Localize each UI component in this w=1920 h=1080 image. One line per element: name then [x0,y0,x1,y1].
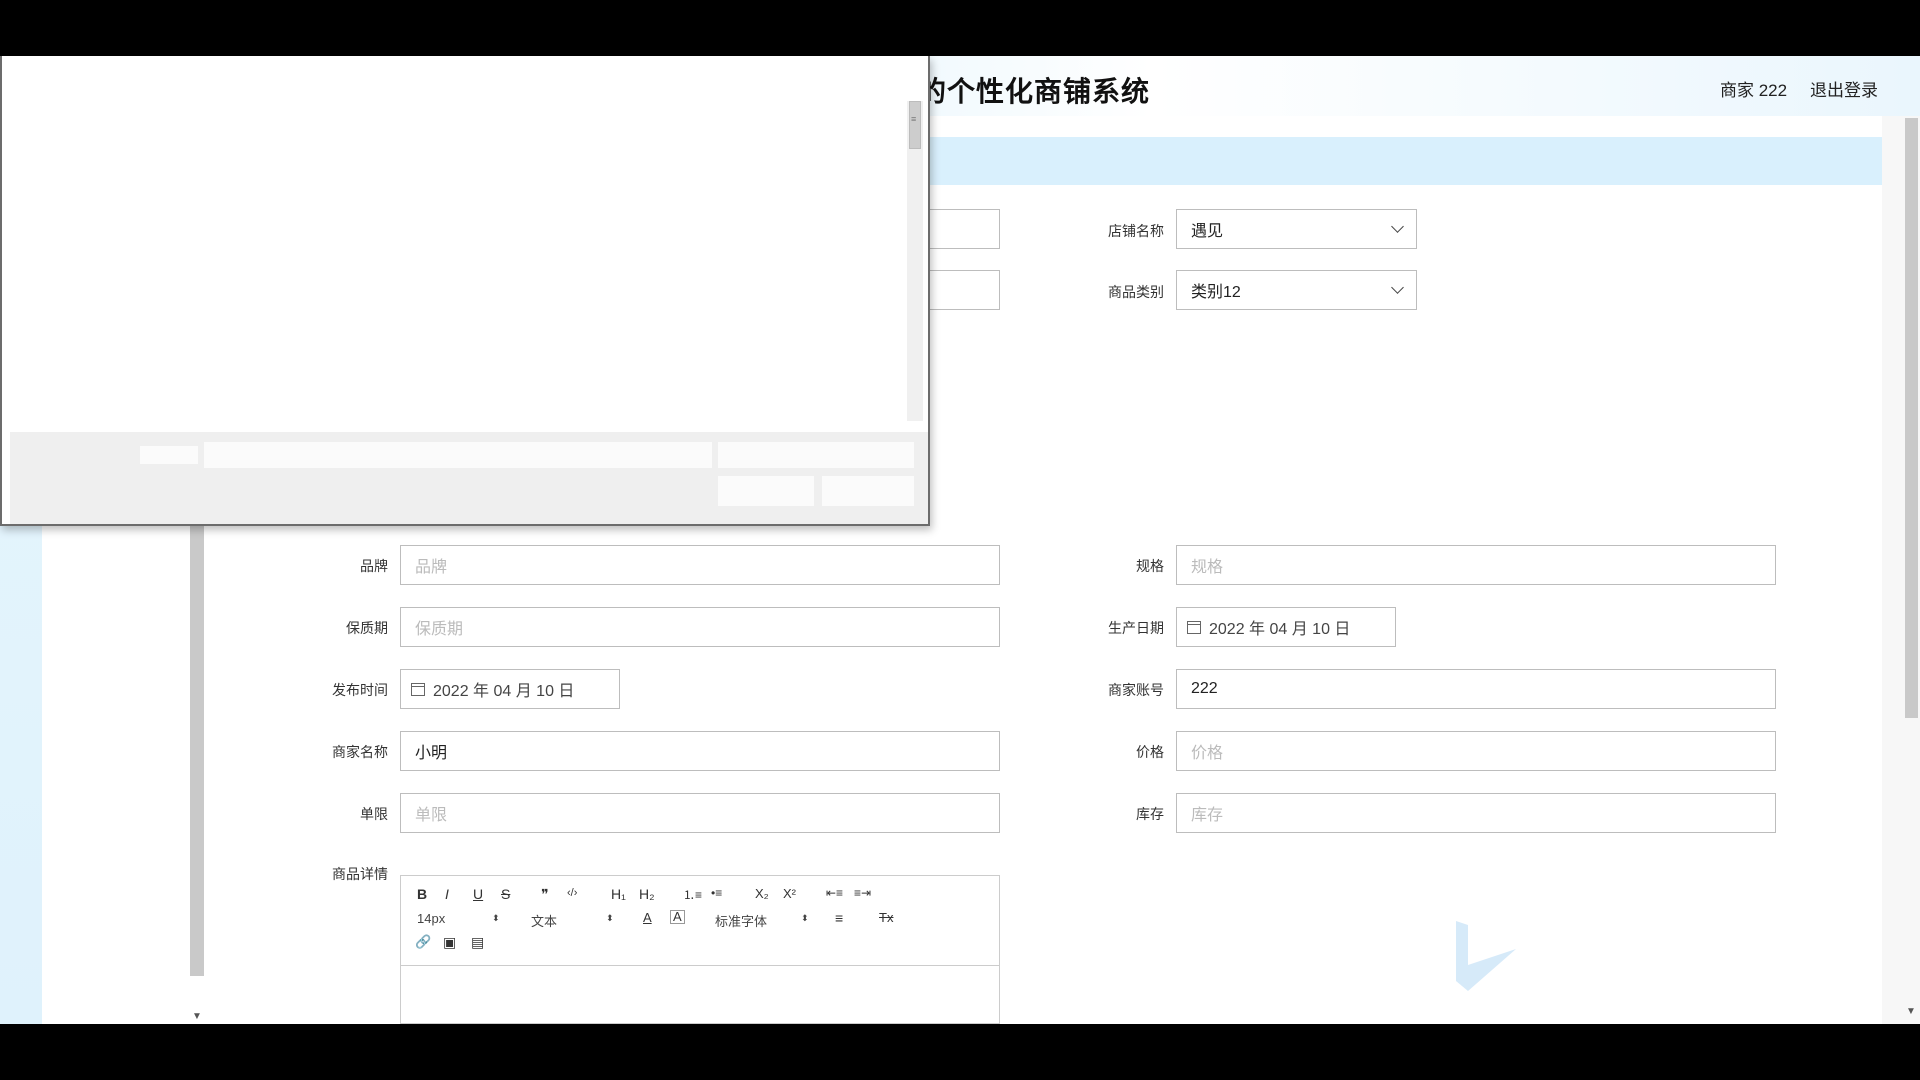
stock-label: 库存 [1136,806,1164,822]
outdent-button[interactable]: ⇤≡ [826,886,843,900]
video-button[interactable]: ▤ [471,934,484,951]
category-label: 商品类别 [1108,284,1164,300]
shop-name-label: 店铺名称 [1108,223,1164,239]
limit-input[interactable]: 单限 [400,793,1000,833]
popup-footer [10,432,928,524]
clear-format-button[interactable]: Tx [879,910,893,925]
link-button[interactable]: 🔗 [415,934,431,950]
site-title: 的个性化商铺系统 [918,75,1151,108]
strike-button[interactable]: S [501,886,510,902]
footer-input-placeholder[interactable] [204,442,712,468]
watermark-logo [1456,921,1516,991]
production-date-value: 2022 年 04 月 10 日 [1209,621,1351,638]
price-input[interactable]: 价格 [1176,731,1776,771]
production-date-label: 生产日期 [1108,620,1164,636]
spec-label: 规格 [1136,558,1164,574]
floating-window[interactable]: ≡ [0,56,930,526]
text-style-value: 文本 [531,914,558,929]
grip-icon: ≡ [911,114,917,124]
indent-button[interactable]: ≡⇥ [854,886,871,900]
popup-scroll-track[interactable] [907,101,923,421]
font-family-select[interactable]: 标准字体 ⬍ [715,911,809,930]
shop-name-select[interactable]: 遇见 [1176,209,1417,249]
spec-input[interactable]: 规格 [1176,545,1776,585]
rich-text-editor[interactable]: B I U S ❞ ‹/› H₁ H₂ ⒈≡ •≡ X₂ X² ⇤≡ ≡⇥ 14… [400,875,1000,1024]
code-button[interactable]: ‹/› [567,887,577,899]
breadcrumb-bar [925,137,1882,185]
merchant-account-input[interactable]: 222 [1176,669,1776,709]
shop-name-value: 遇见 [1191,223,1224,240]
italic-button[interactable]: I [445,886,449,902]
screen: 的个性化商铺系统 商家 222 退出登录 ▼ ▼ 店铺名称 遇见 商品类别 类别… [0,56,1920,1024]
subscript-button[interactable]: X₂ [755,886,769,901]
current-user-label: 商家 222 [1720,81,1788,100]
calendar-icon [411,682,425,696]
stock-input[interactable]: 库存 [1176,793,1776,833]
limit-label: 单限 [360,806,388,822]
publish-time-picker[interactable]: 2022 年 04 月 10 日 [400,669,620,709]
chevron-down-icon [1391,220,1404,233]
font-size-select[interactable]: 14px ⬍ [417,911,500,926]
bold-button[interactable]: B [417,886,427,902]
font-size-value: 14px [417,911,446,926]
production-date-picker[interactable]: 2022 年 04 月 10 日 [1176,607,1396,647]
sidebar-scrollbar[interactable] [190,511,204,976]
logout-link[interactable]: 退出登录 [1810,76,1878,101]
text-style-select[interactable]: 文本 ⬍ [531,911,614,930]
image-button[interactable]: ▣ [443,934,456,951]
superscript-button[interactable]: X² [783,886,796,901]
category-value: 类别12 [1191,284,1241,301]
publish-time-label: 发布时间 [332,682,388,698]
brand-label: 品牌 [360,558,388,574]
merchant-name-label: 商家名称 [332,744,388,760]
font-family-value: 标准字体 [715,914,768,929]
page-scroll-down-icon[interactable]: ▼ [1906,1006,1916,1017]
shelf-life-input[interactable]: 保质期 [400,607,1000,647]
updown-icon: ⬍ [801,913,809,923]
chevron-down-icon [1391,281,1404,294]
footer-button-ok[interactable] [718,476,814,506]
details-label: 商品详情 [332,866,388,882]
editor-toolbar: B I U S ❞ ‹/› H₁ H₂ ⒈≡ •≡ X₂ X² ⇤≡ ≡⇥ 14… [401,876,999,966]
merchant-name-input[interactable]: 小明 [400,731,1000,771]
calendar-icon [1187,620,1201,634]
merchant-account-label: 商家账号 [1108,682,1164,698]
footer-label-placeholder [140,446,198,464]
updown-icon: ⬍ [492,913,500,923]
background-color-button[interactable]: A [670,910,685,924]
underline-button[interactable]: U [473,886,483,902]
h2-button[interactable]: H₂ [639,886,655,902]
updown-icon: ⬍ [606,913,614,923]
page-scroll-thumb[interactable] [1905,118,1918,718]
quote-button[interactable]: ❞ [541,886,549,903]
price-label: 价格 [1136,744,1164,760]
h1-button[interactable]: H₁ [611,886,626,902]
popup-scroll-thumb[interactable] [909,101,921,149]
align-button[interactable]: ≡ [835,910,843,926]
brand-input[interactable]: 品牌 [400,545,1000,585]
shelf-life-label: 保质期 [346,620,388,636]
sidebar-scroll-down-icon[interactable]: ▼ [192,1011,202,1022]
category-select[interactable]: 类别12 [1176,270,1417,310]
bullet-list-button[interactable]: •≡ [711,886,722,900]
ordered-list-button[interactable]: ⒈≡ [683,886,702,903]
publish-time-value: 2022 年 04 月 10 日 [433,683,575,700]
font-color-button[interactable]: A [643,910,652,925]
footer-button-cancel[interactable] [822,476,914,506]
footer-select-placeholder[interactable] [718,442,914,468]
